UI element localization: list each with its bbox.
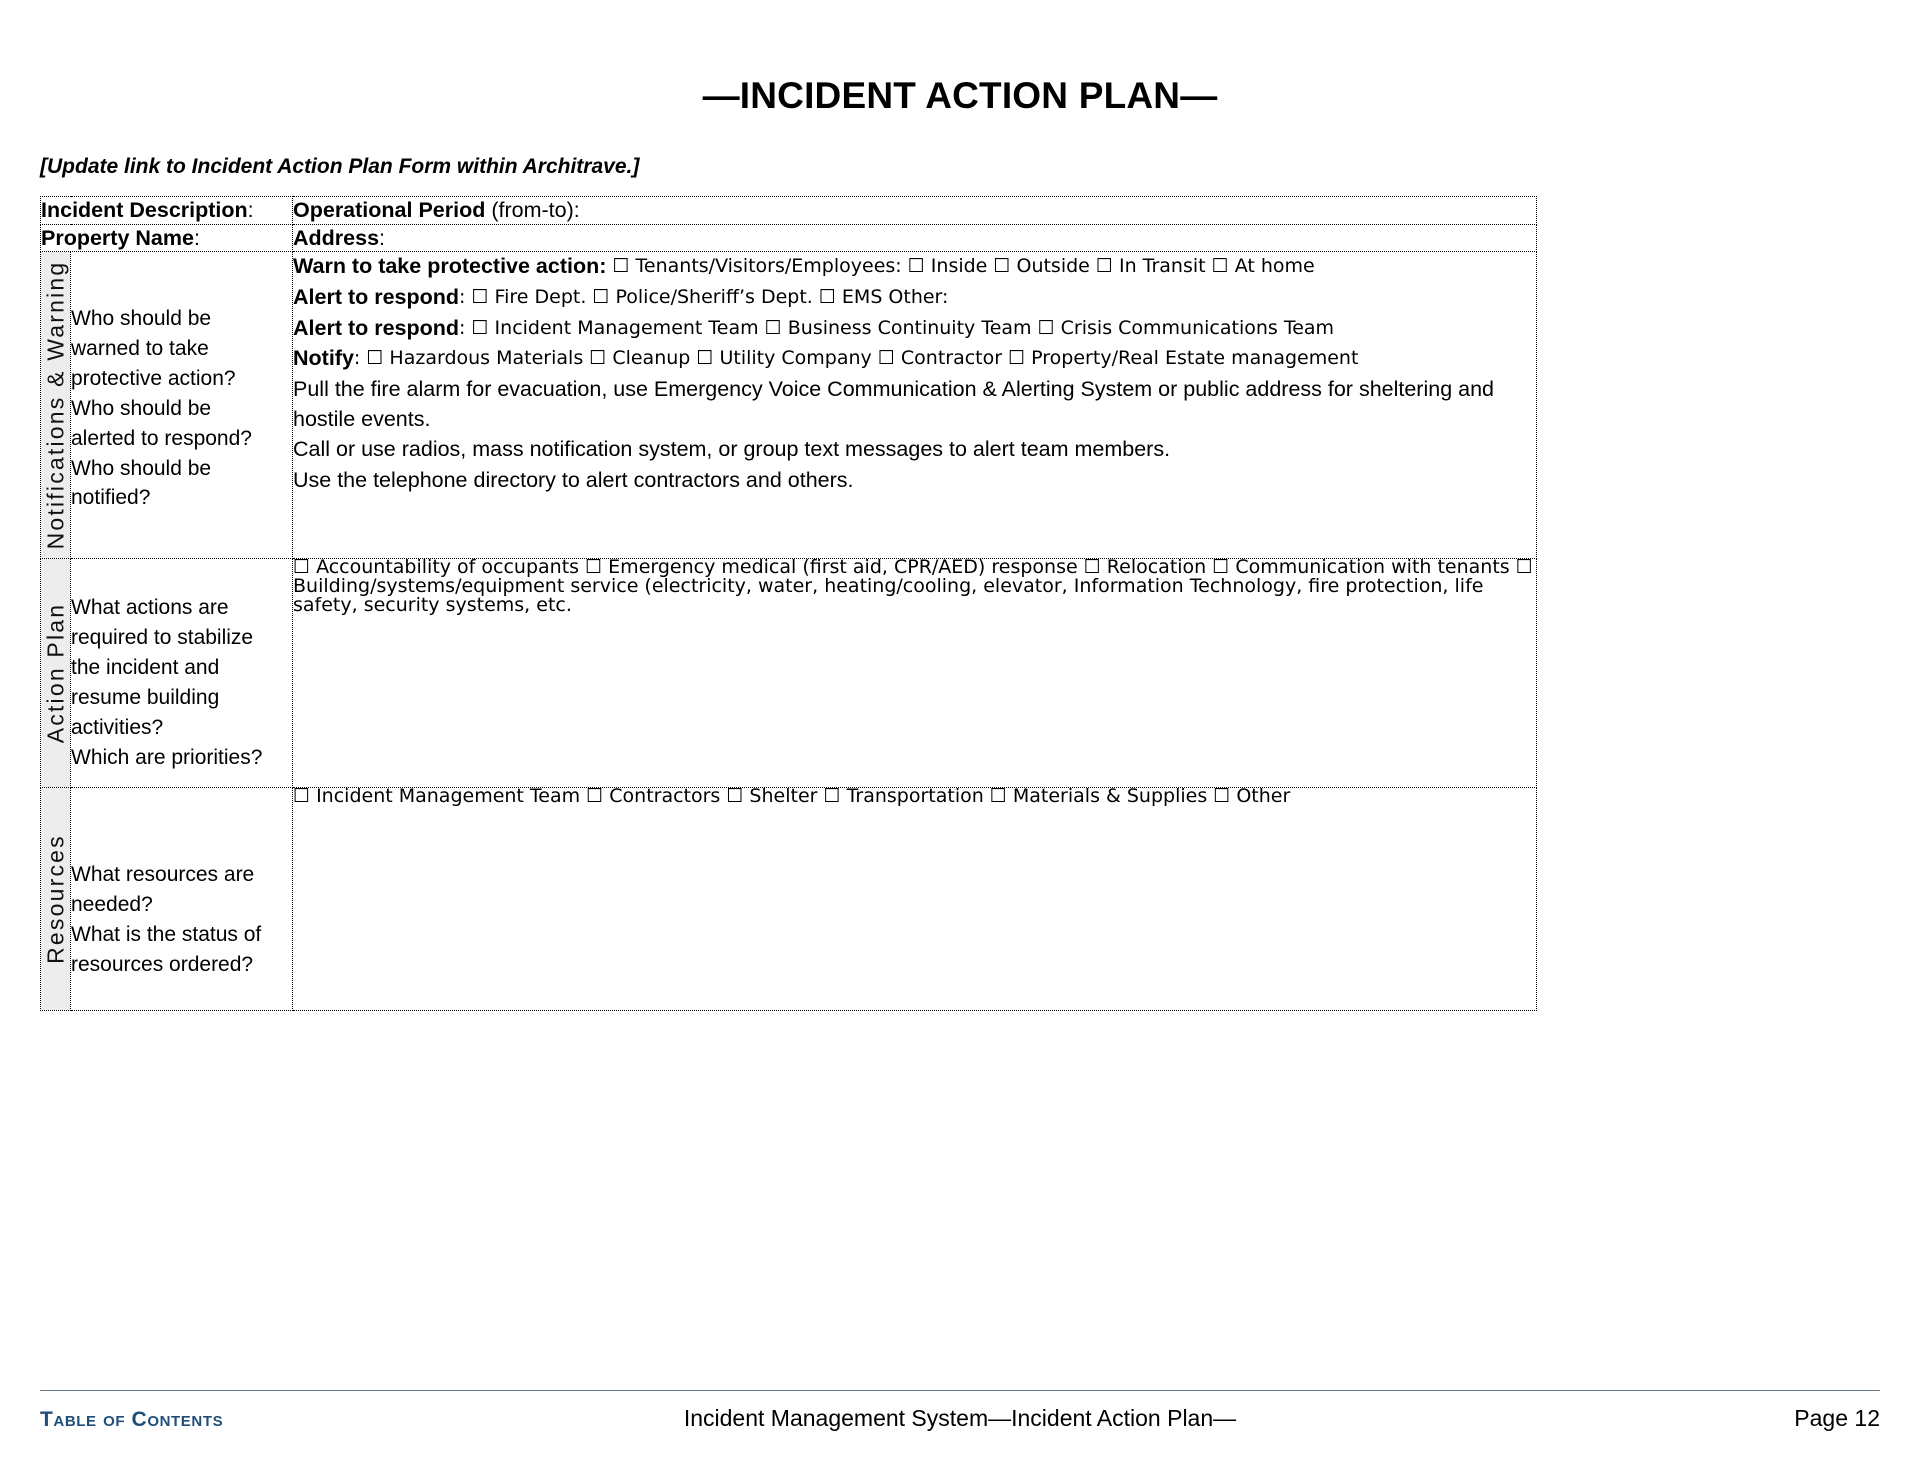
alert-respond-label-2: Alert to respond [293,315,460,340]
question-line: notified? [71,486,151,510]
question-line: warned to take [71,337,209,361]
notify-options[interactable]: : ☐ Hazardous Materials ☐ Cleanup ☐ Util… [354,347,1359,369]
section-side-label-action-plan: Action Plan [40,558,71,789]
side-label-text: Resources [42,834,68,965]
content-line-alert-1: Alert to respond: ☐ Fire Dept. ☐ Police/… [293,283,1536,313]
section-content-action-plan[interactable]: ☐ Accountability of occupants ☐ Emergenc… [292,558,1537,789]
address-label: Address [293,225,380,250]
section-content-notifications[interactable]: Warn to take protective action: ☐ Tenant… [292,251,1537,560]
table-row-action-plan: Action Plan What actions are required to… [40,558,1537,789]
content-line-notify: Notify: ☐ Hazardous Materials ☐ Cleanup … [293,344,1536,374]
operational-period-label: Operational Period [293,197,486,222]
side-label-text: Notifications & Warning [42,261,68,550]
section-side-label-notifications: Notifications & Warning [40,251,71,560]
question-line: What resources are [71,863,255,887]
question-line: Who should be [71,396,212,420]
section-questions-notifications: Who should be warned to take protective … [70,251,293,560]
question-line: alerted to respond? [71,426,252,450]
table-row-incident-description: Incident Description: Operational Period… [40,195,1537,225]
document-page: —INCIDENT ACTION PLAN— [Update link to I… [0,0,1920,1484]
address-cell[interactable]: Address: [292,223,1537,253]
incident-description-colon: : [247,197,254,222]
question-line: the incident and [71,656,220,680]
warn-label: Warn to take protective action: [293,254,607,279]
question-line: activities? [71,715,164,739]
question-line: resources ordered? [71,952,254,976]
question-line: Which are priorities? [71,745,263,769]
footer-row: Table of Contents Incident Management Sy… [40,1405,1880,1432]
footer-center-text: Incident Management System—Incident Acti… [683,1405,1237,1431]
question-line: Who should be [71,307,212,331]
question-line: required to stabilize [71,626,254,650]
notify-label: Notify [293,346,354,371]
warn-options[interactable]: ☐ Tenants/Visitors/Employees: ☐ Inside ☐… [606,255,1314,277]
table-of-contents-link[interactable]: Table of Contents [40,1408,370,1432]
question-line: needed? [71,893,153,917]
section-questions-action-plan: What actions are required to stabilize t… [70,558,293,789]
side-label-text: Action Plan [42,603,68,744]
update-note: [Update link to Incident Action Plan For… [40,154,640,178]
alert-respond-options-2[interactable]: : ☐ Incident Management Team ☐ Business … [459,317,1334,339]
content-line-alert-2: Alert to respond: ☐ Incident Management … [293,314,1536,344]
operational-period-suffix: (from-to): [485,197,580,222]
content-line-radios: Call or use radios, mass notification sy… [293,437,1171,462]
question-line: protective action? [71,367,236,391]
incident-description-cell[interactable]: Incident Description: [40,195,293,225]
alert-respond-label-1: Alert to respond [293,285,460,310]
page-title: —INCIDENT ACTION PLAN— [702,75,1218,116]
section-content-resources[interactable]: ☐ Incident Management Team ☐ Contractors… [292,787,1537,1012]
property-name-label: Property Name [41,225,194,250]
question-line: resume building [71,685,220,709]
alert-respond-options-1[interactable]: : ☐ Fire Dept. ☐ Police/Sheriff’s Dept. … [459,286,948,308]
content-line-fire-alarm: Pull the fire alarm for evacuation, use … [293,377,1495,431]
action-plan-options[interactable]: ☐ Accountability of occupants ☐ Emergenc… [293,558,1536,615]
resources-options[interactable]: ☐ Incident Management Team ☐ Contractors… [293,787,1536,806]
operational-period-cell[interactable]: Operational Period (from-to): [292,195,1537,225]
content-line-telephone-directory: Use the telephone directory to alert con… [293,468,854,493]
question-line: What actions are [71,596,229,620]
incident-description-label: Incident Description [41,197,248,222]
question-line: What is the status of [71,923,262,947]
incident-action-plan-table: Incident Description: Operational Period… [40,195,1537,1012]
table-row-notifications-warning: Notifications & Warning Who should be wa… [40,251,1537,560]
section-questions-resources: What resources are needed? What is the s… [70,787,293,1012]
page-number: Page 12 [1794,1405,1880,1431]
page-footer: Table of Contents Incident Management Sy… [40,1390,1880,1432]
table-row-resources: Resources What resources are needed? Wha… [40,787,1537,1012]
question-line: Who should be [71,456,212,480]
address-colon: : [379,225,386,250]
footer-divider [40,1390,1880,1391]
table-row-property-name: Property Name: Address: [40,223,1537,253]
section-side-label-resources: Resources [40,787,71,1012]
property-name-colon: : [193,225,200,250]
property-name-cell[interactable]: Property Name: [40,223,293,253]
content-line-warn: Warn to take protective action: ☐ Tenant… [293,252,1536,282]
